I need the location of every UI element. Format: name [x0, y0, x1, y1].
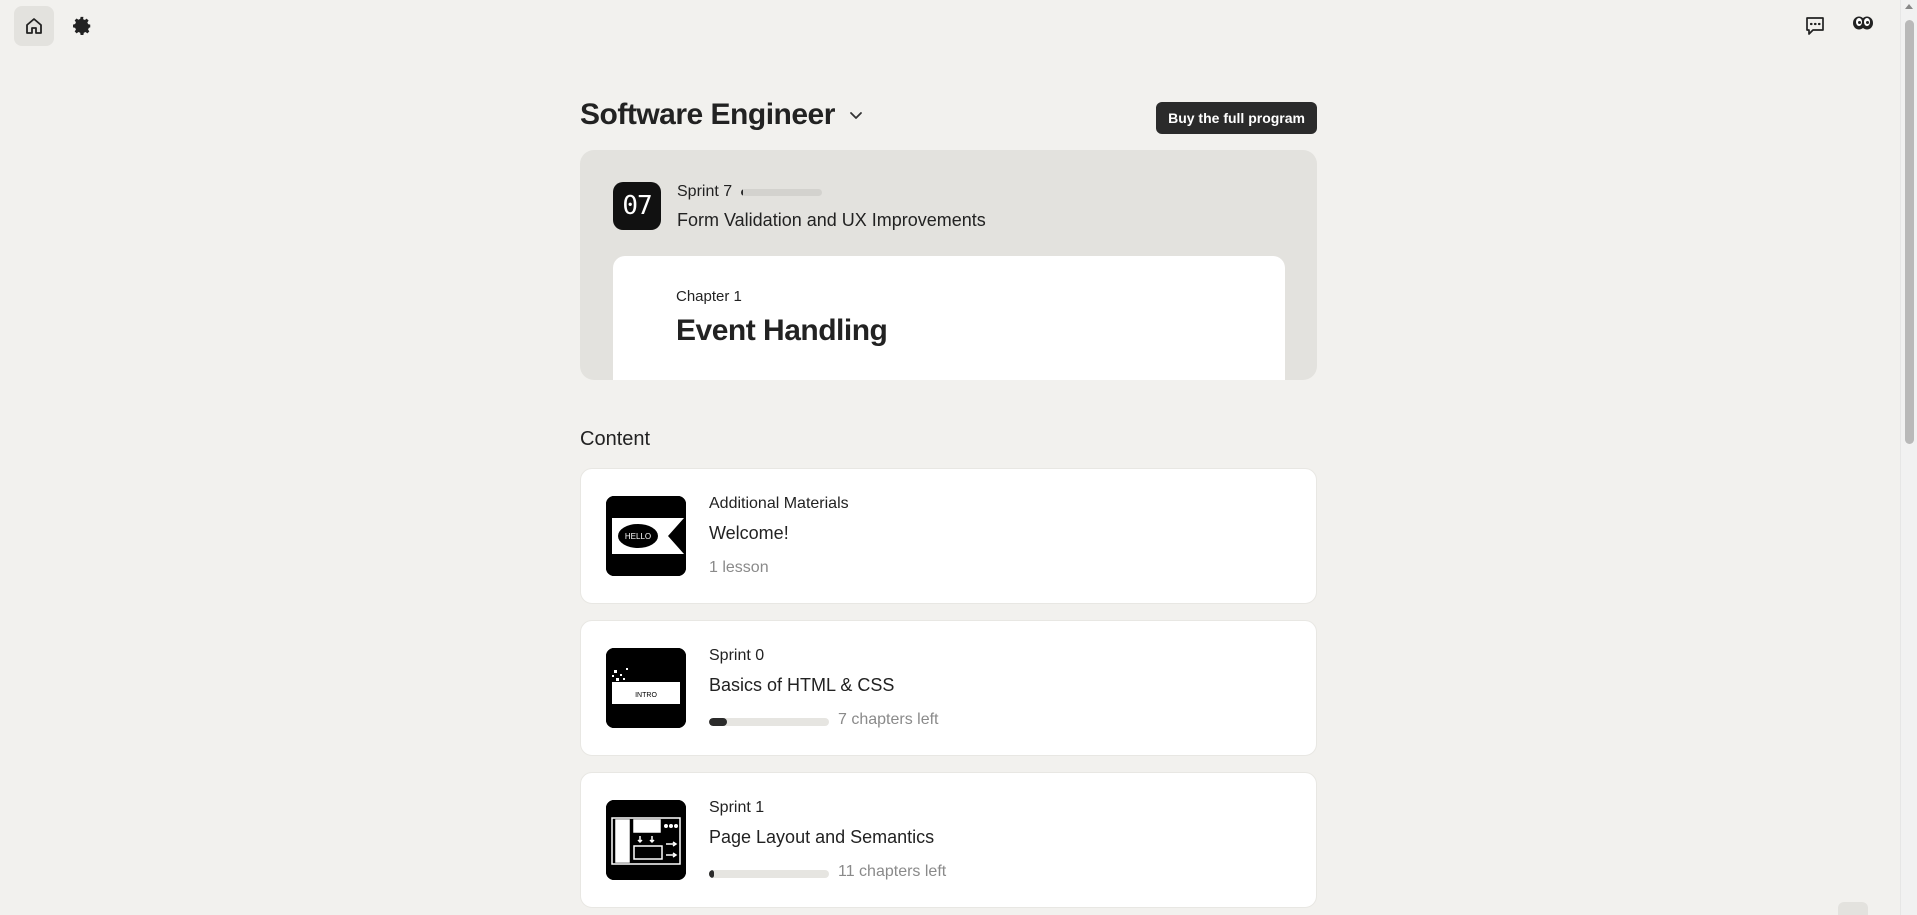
sprint-title: Form Validation and UX Improvements	[677, 210, 986, 230]
item-title: Page Layout and Semantics	[709, 827, 935, 847]
sprint-progress-bar	[741, 189, 822, 196]
content-item-sprint-1[interactable]: Sprint 1 Page Layout and Semantics 11 ch…	[580, 772, 1317, 908]
content-heading: Content	[580, 428, 651, 450]
item-title: Basics of HTML & CSS	[709, 675, 895, 695]
program-title: Software Engineer	[580, 98, 835, 131]
item-meta: 1 lesson	[709, 559, 769, 576]
current-sprint-card[interactable]: 07 Sprint 7 Form Validation and UX Impro…	[580, 150, 1317, 380]
top-bar	[0, 0, 1900, 52]
help-icon[interactable]	[1838, 902, 1868, 915]
sprint-progress-fill	[741, 189, 744, 196]
item-kicker: Sprint 0	[709, 647, 765, 664]
program-selector[interactable]: Software Engineer	[580, 98, 865, 132]
sprint-label: Sprint 7	[677, 183, 733, 200]
layout-thumbnail	[606, 800, 686, 880]
chat-button[interactable]	[1795, 6, 1835, 46]
avatar-icon	[1853, 16, 1873, 30]
sprint-badge: 07	[613, 182, 661, 230]
item-title: Welcome!	[709, 523, 789, 543]
settings-button[interactable]	[62, 6, 102, 46]
scroll-up-arrow[interactable]	[1905, 4, 1913, 9]
program-header: Software Engineer Buy the full program	[580, 98, 1317, 138]
profile-button[interactable]	[1843, 4, 1883, 44]
item-meta: 11 chapters left	[838, 863, 947, 880]
scroll-thumb[interactable]	[1905, 20, 1914, 444]
item-kicker: Additional Materials	[709, 495, 849, 512]
item-kicker: Sprint 1	[709, 799, 765, 816]
thumbnail-text: INTRO	[635, 692, 657, 699]
thumbnail-text: HELLO	[625, 532, 651, 541]
current-chapter-card[interactable]: Chapter 1 Event Handling	[613, 256, 1285, 380]
chat-icon	[1806, 17, 1824, 35]
intro-thumbnail: INTRO	[606, 648, 686, 728]
home-button[interactable]	[14, 6, 54, 46]
item-progress-bar	[709, 870, 829, 878]
content-item-sprint-0[interactable]: INTRO Sprint 0 Basics of HTML & CSS 7 ch…	[580, 620, 1317, 756]
chapter-label: Chapter 1	[676, 288, 742, 305]
scrollbar[interactable]	[1900, 0, 1917, 915]
home-icon	[26, 18, 42, 34]
item-progress-fill	[709, 718, 727, 726]
chevron-down-icon	[847, 106, 865, 124]
content-item-welcome[interactable]: HELLO Additional Materials Welcome! 1 le…	[580, 468, 1317, 604]
chapter-title: Event Handling	[676, 314, 888, 347]
hello-thumbnail: HELLO	[606, 496, 686, 576]
buy-full-program-button[interactable]: Buy the full program	[1156, 102, 1317, 134]
item-meta: 7 chapters left	[838, 711, 939, 728]
item-progress-fill	[709, 870, 714, 878]
item-progress-bar	[709, 718, 829, 726]
gear-icon	[73, 16, 91, 35]
